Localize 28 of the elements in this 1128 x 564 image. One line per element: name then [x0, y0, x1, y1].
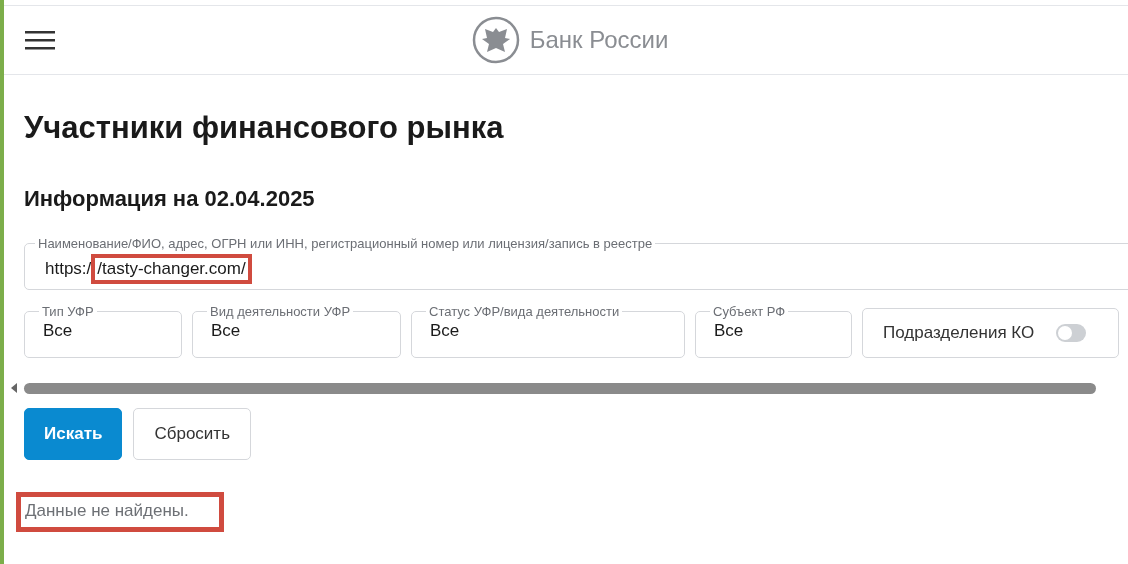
menu-button[interactable] [24, 28, 56, 52]
field-label: Вид деятельности УФР [209, 304, 352, 319]
field-value: Все [714, 321, 745, 341]
field-value: https:/ [44, 258, 93, 280]
page-title: Участники финансового рынка [24, 109, 505, 147]
reset-button[interactable]: Сбросить [133, 408, 251, 460]
field-label: Наименование/ФИО, адрес, ОГРН или ИНН, регистрационный номер или лицензия/запись в реестре [37, 236, 654, 251]
field-label: Субъект РФ [712, 304, 787, 319]
search-button[interactable]: Искать [24, 408, 123, 460]
date-subtitle: Информация на 02.04.2025 [24, 185, 316, 213]
toggle-label: Подразделения КО [883, 323, 1035, 343]
scrollbar-thumb[interactable] [24, 382, 1096, 394]
scroll-left-icon[interactable] [10, 382, 18, 394]
select-field[interactable]: Вид деятельности УФР Все [192, 304, 401, 358]
field-label: Тип УФР [41, 304, 95, 319]
highlighted-text: /tasty-changer.com/ [91, 254, 252, 284]
select-field[interactable]: Статус УФР/вида деятельности Все [411, 304, 685, 358]
menu-icon [24, 28, 56, 52]
select-field[interactable]: Тип УФР Все [24, 304, 182, 358]
select-field[interactable]: Субъект РФ Все [695, 304, 852, 358]
toggle-switch[interactable] [1056, 324, 1087, 342]
no-results-message: Данные не найдены. [16, 492, 224, 532]
field-label: Статус УФР/вида деятельности [428, 304, 621, 319]
field-value: Все [430, 321, 461, 341]
field-value: Все [43, 321, 74, 341]
logo-text: Банк России [529, 26, 669, 54]
field-value: Все [211, 321, 242, 341]
search-field[interactable]: Наименование/ФИО, адрес, ОГРН или ИНН, регистрационный номер или лицензия/запись в реестре https:/ /tasty-changer.com/ [24, 236, 1128, 290]
